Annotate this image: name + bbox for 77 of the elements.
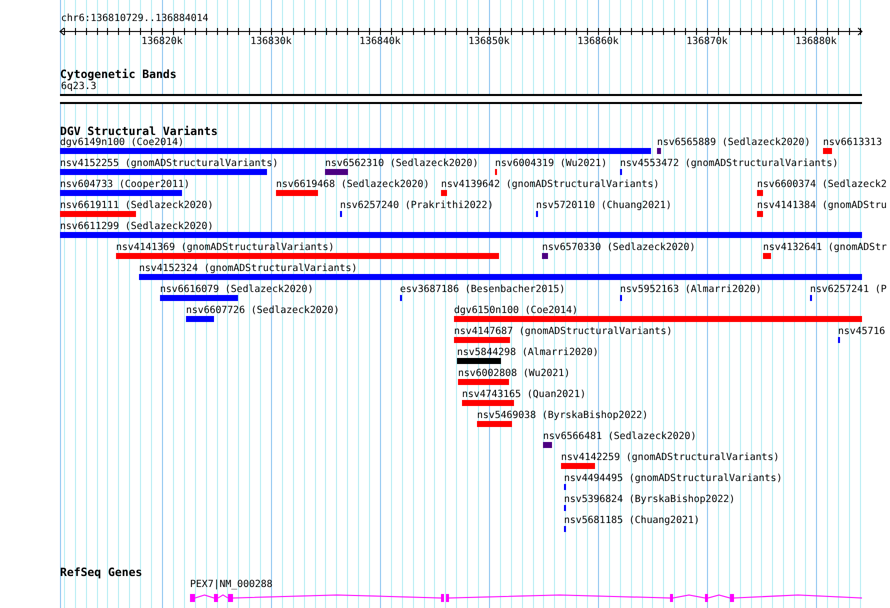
variant-label: esv3687186 (Besenbacher2015): [400, 285, 566, 295]
variant-label: nsv6004319 (Wu2021): [495, 159, 608, 169]
variant-bar[interactable]: [454, 337, 510, 343]
variant-label: nsv4141369 (gnomADStructuralVariants): [116, 243, 334, 253]
variant-label: nsv6565889 (Sedlazeck2020): [657, 138, 810, 148]
variant-bar[interactable]: [757, 190, 763, 196]
variant-bar[interactable]: [457, 358, 501, 364]
variant-label: nsv5952163 (Almarri2020): [620, 285, 762, 295]
variant-label: nsv4553472 (gnomADStructuralVariants): [620, 159, 838, 169]
variant-label: nsv6613313: [823, 138, 882, 148]
variant-label: nsv6616079 (Sedlazeck2020): [160, 285, 314, 295]
variant-bar[interactable]: [160, 295, 238, 301]
variant-label: nsv6600374 (Sedlazeck2: [757, 180, 887, 190]
variant-bar[interactable]: [186, 316, 214, 322]
variant-label: nsv6257241 (P: [810, 285, 887, 295]
gene-model-drawing[interactable]: [190, 594, 862, 602]
band-label: 6q23.3: [60, 81, 98, 93]
variant-bar[interactable]: [763, 253, 771, 259]
variant-bar[interactable]: [561, 463, 595, 469]
variant-bar[interactable]: [543, 442, 552, 448]
scale-tick-label: 136880k: [795, 36, 837, 48]
track-title: Cytogenetic Bands: [60, 68, 178, 81]
scale-tick-label: 136830k: [250, 36, 292, 48]
variant-label: nsv45716: [838, 327, 886, 337]
variant-bar[interactable]: [60, 232, 862, 238]
scale-tick-label: 136860k: [577, 36, 619, 48]
variant-label: nsv5720110 (Chuang2021): [536, 201, 672, 211]
variant-label: nsv5396824 (ByrskaBishop2022): [564, 495, 736, 505]
variant-bar[interactable]: [60, 211, 136, 217]
variant-bar[interactable]: [60, 169, 267, 175]
variant-bar[interactable]: [542, 253, 548, 259]
variant-label: nsv4152255 (gnomADStructuralVariants): [60, 159, 278, 169]
variant-label: nsv4132641 (gnomADStr: [763, 243, 887, 253]
variant-label: nsv6257240 (Prakrithi2022): [340, 201, 494, 211]
scale-tick-label: 136840k: [359, 36, 401, 48]
scale-tick-label: 136820k: [141, 36, 183, 48]
variant-label: nsv4142259 (gnomADStructuralVariants): [561, 453, 780, 463]
variant-bar[interactable]: [823, 148, 832, 154]
variant-bar[interactable]: [116, 253, 499, 259]
variant-label: dgv6149n100 (Coe2014): [60, 138, 184, 148]
variant-label: nsv6611299 (Sedlazeck2020): [60, 222, 214, 232]
scale-tick-label: 136850k: [468, 36, 510, 48]
variant-bar[interactable]: [139, 274, 862, 280]
variant-label: nsv6570330 (Sedlazeck2020): [542, 243, 696, 253]
location-label: chr6:136810729..136884014: [60, 13, 210, 25]
variant-bar[interactable]: [441, 190, 447, 196]
variant-label: nsv6607726 (Sedlazeck2020): [186, 306, 340, 316]
variant-label: nsv5844298 (Almarri2020): [457, 348, 599, 358]
variant-label: nsv4152324 (gnomADStructuralVariants): [139, 264, 358, 274]
variant-label: nsv6562310 (Sedlazeck2020): [325, 159, 478, 169]
variant-bar[interactable]: [462, 400, 514, 406]
variant-label: nsv4147687 (gnomADStructuralVariants): [454, 327, 672, 337]
variant-label: nsv5681185 (Chuang2021): [564, 516, 700, 526]
variant-label: nsv6566481 (Sedlazeck2020): [543, 432, 696, 442]
variant-bar[interactable]: [458, 379, 509, 385]
variant-label: nsv4743165 (Quan2021): [462, 390, 586, 400]
variant-label: nsv6619468 (Sedlazeck2020): [276, 180, 430, 190]
variant-label: nsv4494495 (gnomADStructuralVariants): [564, 474, 782, 484]
variant-label: nsv4139642 (gnomADStructuralVariants): [441, 180, 660, 190]
variant-label: nsv4141384 (gnomADStru: [757, 201, 887, 211]
variant-bar[interactable]: [325, 169, 348, 175]
variant-bar[interactable]: [60, 148, 651, 154]
variant-bar[interactable]: [276, 190, 318, 196]
variant-bar[interactable]: [60, 190, 182, 196]
variant-bar[interactable]: [657, 148, 661, 154]
variant-bar[interactable]: [757, 211, 763, 217]
variant-label: nsv6002808 (Wu2021): [458, 369, 570, 379]
variant-label: dgv6150n100 (Coe2014): [454, 306, 578, 316]
variant-label: nsv5469038 (ByrskaBishop2022): [477, 411, 648, 421]
track-title: RefSeq Genes: [60, 566, 144, 579]
variant-label: nsv6619111 (Sedlazeck2020): [60, 201, 214, 211]
variant-bar[interactable]: [454, 316, 862, 322]
gene-label: PEX7|NM_000288: [190, 580, 273, 590]
scale-tick-label: 136870k: [686, 36, 728, 48]
variant-bar[interactable]: [477, 421, 512, 427]
variant-label: nsv604733 (Cooper2011): [60, 180, 190, 190]
track-title: DGV Structural Variants: [60, 125, 219, 138]
